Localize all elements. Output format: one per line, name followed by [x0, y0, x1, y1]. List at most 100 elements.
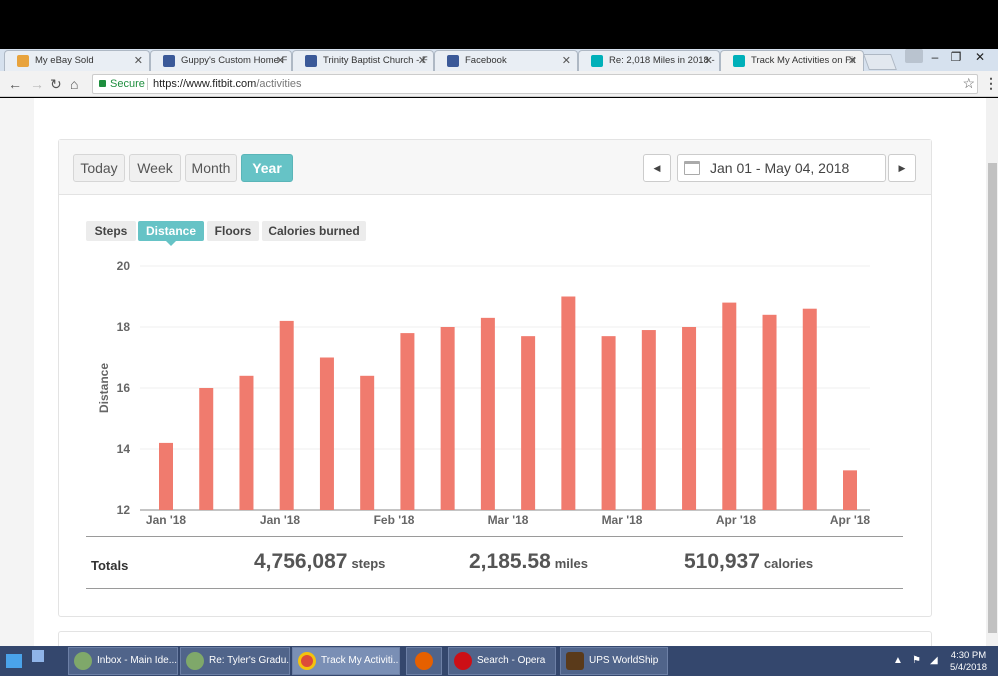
taskbar-item[interactable]: Search - Opera: [448, 647, 556, 675]
chart-bar: [843, 470, 857, 510]
previous-period-button[interactable]: ◀: [643, 154, 671, 182]
fitbit-favicon: [591, 55, 603, 67]
taskbar-item[interactable]: UPS WorldShip: [560, 647, 668, 675]
date-range-text: Jan 01 - May 04, 2018: [710, 160, 850, 176]
address-bar[interactable]: Secure https://www.fitbit.com/activities…: [92, 74, 978, 94]
close-icon[interactable]: ✕: [562, 54, 571, 67]
mail-app-icon: [186, 652, 204, 670]
forward-icon[interactable]: →: [30, 76, 44, 92]
taskbar-item[interactable]: Inbox - Main Ide...: [68, 647, 178, 675]
range-button-month[interactable]: Month: [185, 154, 237, 182]
tab-title: My eBay Sold: [35, 55, 94, 66]
page-viewport: Today Week Month Year ◀ Jan 01 - May 04,…: [0, 98, 998, 646]
chart-bar: [722, 302, 737, 510]
clock-date: 5/4/2018: [950, 662, 987, 673]
firefox-icon: [415, 652, 433, 670]
metric-tab-steps[interactable]: Steps: [86, 221, 136, 241]
action-center-flag-icon[interactable]: ⚑: [912, 655, 921, 666]
chart-bar: [400, 333, 415, 510]
next-section-card: [58, 631, 932, 646]
minimize-icon[interactable]: –: [924, 50, 946, 64]
total-steps-unit: steps: [351, 556, 386, 571]
totals-divider-bottom: [86, 588, 903, 589]
home-icon[interactable]: ⌂: [70, 76, 78, 92]
chart-bar: [319, 357, 334, 510]
metric-tab-calories[interactable]: Calories burned: [262, 221, 366, 241]
chart-bar: [239, 375, 254, 510]
close-icon[interactable]: ✕: [418, 54, 427, 67]
browser-toolbar: ← → ↻ ⌂ Secure https://www.fitbit.com/ac…: [0, 71, 998, 97]
total-steps-value: 4,756,087: [254, 550, 348, 573]
facebook-favicon: [447, 55, 459, 67]
chart-bar: [641, 330, 656, 510]
range-button-today[interactable]: Today: [73, 154, 125, 182]
chart-bar: [601, 336, 616, 510]
reload-icon[interactable]: ↻: [50, 76, 62, 92]
x-tick-label: Jan '18: [146, 513, 187, 527]
taskbar-item-label: Track My Activiti...: [321, 655, 400, 666]
maximize-icon[interactable]: ❐: [945, 50, 967, 64]
close-icon[interactable]: ✕: [134, 54, 143, 67]
chart-bar: [561, 296, 576, 510]
close-window-icon[interactable]: ✕: [969, 50, 991, 64]
back-icon[interactable]: ←: [8, 76, 22, 92]
chart-bar: [159, 442, 173, 510]
browser-tab-active[interactable]: Track My Activities on Fit ✕: [720, 50, 864, 71]
network-signal-icon[interactable]: ◢: [930, 655, 938, 666]
chart-bar: [279, 320, 294, 510]
browser-tab[interactable]: Guppy's Custom Home F ✕: [150, 50, 292, 71]
tab-title: Re: 2,018 Miles in 2018 -: [609, 55, 715, 66]
totals-label: Totals: [91, 558, 129, 573]
tab-title: Guppy's Custom Home F: [181, 55, 288, 66]
url-path: /activities: [256, 78, 302, 90]
calendar-icon: [684, 161, 700, 175]
date-range-field[interactable]: Jan 01 - May 04, 2018: [677, 154, 886, 182]
facebook-favicon: [163, 55, 175, 67]
chart-bar: [802, 308, 817, 510]
browser-tab[interactable]: Re: 2,018 Miles in 2018 - ✕: [578, 50, 720, 71]
y-tick-label: 12: [117, 503, 131, 517]
x-tick-label: Mar '18: [488, 513, 529, 527]
url-text[interactable]: https://www.fitbit.com/activities: [153, 75, 302, 93]
browser-tab[interactable]: Trinity Baptist Church - F ✕: [292, 50, 434, 71]
metric-tab-floors[interactable]: Floors: [207, 221, 259, 241]
opera-icon: [454, 652, 472, 670]
profile-icon[interactable]: [905, 49, 923, 63]
close-icon[interactable]: ✕: [276, 54, 285, 67]
ups-icon: [566, 652, 584, 670]
browser-menu-icon[interactable]: ⋮: [984, 75, 998, 92]
y-tick-label: 20: [117, 259, 131, 273]
taskbar-item[interactable]: [406, 647, 442, 675]
tray-expand-icon[interactable]: ▲: [893, 655, 903, 666]
total-calories-unit: calories: [763, 556, 814, 571]
chart-bar: [521, 336, 536, 510]
taskbar-item-active[interactable]: Track My Activiti...: [292, 647, 400, 675]
browser-tab[interactable]: My eBay Sold ✕: [4, 50, 150, 71]
close-icon[interactable]: ✕: [704, 54, 713, 67]
new-tab-button[interactable]: [863, 54, 897, 70]
browser-tab-strip: My eBay Sold ✕ Guppy's Custom Home F ✕ T…: [0, 49, 998, 71]
start-icon[interactable]: [6, 654, 22, 668]
x-tick-label: Feb '18: [374, 513, 415, 527]
taskbar-item-label: Search - Opera: [477, 655, 546, 666]
bookmark-star-icon[interactable]: ☆: [962, 74, 975, 92]
chrome-icon: [298, 652, 316, 670]
mail-app-icon: [74, 652, 92, 670]
taskbar-item[interactable]: Re: Tyler's Gradu...: [180, 647, 290, 675]
taskbar-item-label: UPS WorldShip: [589, 655, 659, 666]
total-miles-value: 2,185.58: [469, 550, 551, 573]
clock-time: 4:30 PM: [950, 650, 987, 661]
range-button-week[interactable]: Week: [129, 154, 181, 182]
range-button-year[interactable]: Year: [241, 154, 293, 182]
total-steps: 4,756,087 steps: [254, 550, 385, 574]
tab-title: Track My Activities on Fit: [751, 55, 856, 66]
system-clock[interactable]: 4:30 PM 5/4/2018: [950, 650, 987, 674]
show-desktop-icon[interactable]: [32, 650, 44, 662]
browser-tab[interactable]: Facebook ✕: [434, 50, 578, 71]
metric-tab-distance[interactable]: Distance: [138, 221, 204, 241]
next-period-button[interactable]: ▶: [888, 154, 916, 182]
url-host: https://www.fitbit.com: [153, 78, 257, 90]
y-tick-label: 18: [117, 320, 131, 334]
close-icon[interactable]: ✕: [848, 54, 857, 67]
chart-bar: [480, 317, 495, 510]
